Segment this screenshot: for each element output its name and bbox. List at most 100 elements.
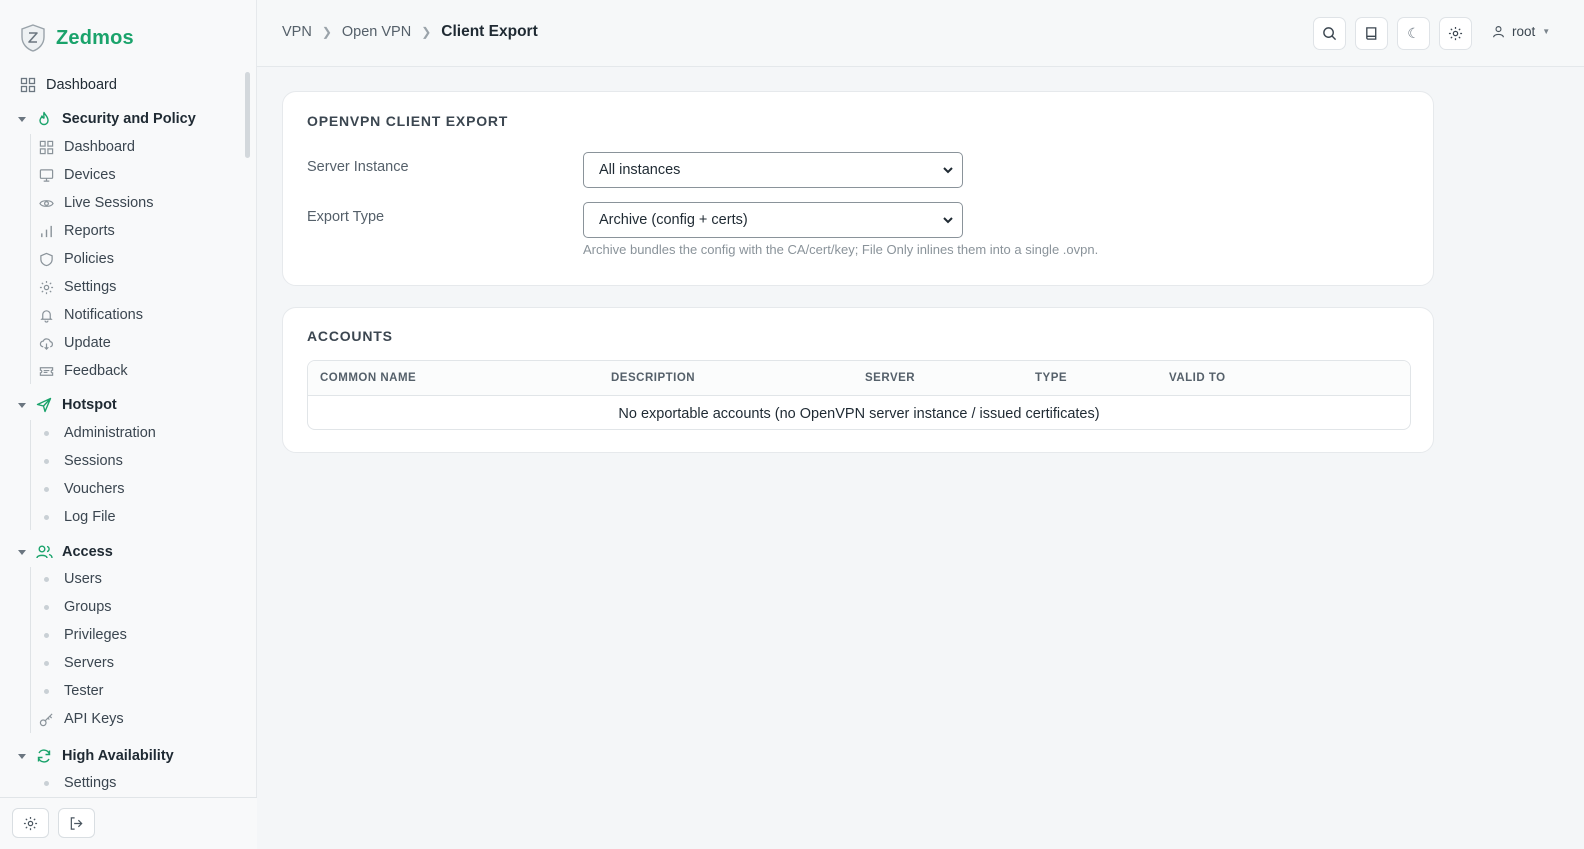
breadcrumb-vpn[interactable]: VPN	[282, 24, 312, 40]
search-icon	[1323, 27, 1337, 41]
brand[interactable]: Zedmos	[20, 24, 134, 52]
column-common-name[interactable]: COMMON NAME	[320, 372, 416, 384]
sidebar-item-update[interactable]: Update	[38, 331, 111, 355]
preferences-button[interactable]	[1439, 17, 1472, 50]
sidebar-item-servers[interactable]: Servers	[38, 651, 114, 675]
chevron-down-icon	[943, 167, 953, 174]
sidebar-item-ha-settings[interactable]: Settings	[38, 771, 116, 795]
cloud-download-icon	[38, 335, 54, 351]
sidebar-item-label: Devices	[64, 167, 116, 183]
sidebar-item-label: Dashboard	[64, 139, 135, 155]
shield-icon	[38, 251, 54, 267]
column-description[interactable]: DESCRIPTION	[611, 372, 695, 384]
server-instance-label: Server Instance	[307, 159, 409, 175]
dashboard-icon	[20, 77, 36, 93]
chevron-down-icon	[18, 753, 26, 759]
section-label: High Availability	[62, 748, 174, 764]
select-value: All instances	[599, 162, 681, 178]
export-type-label: Export Type	[307, 209, 385, 225]
sidebar-item-live-sessions[interactable]: Live Sessions	[38, 191, 153, 215]
ticket-icon	[38, 363, 54, 379]
sidebar-item-reports[interactable]: Reports	[38, 219, 115, 243]
sidebar-item-privileges[interactable]: Privileges	[38, 623, 127, 647]
sidebar-item-administration[interactable]: Administration	[38, 421, 156, 445]
select-value: Archive (config + certs)	[599, 212, 748, 228]
search-button[interactable]	[1313, 17, 1346, 50]
sidebar-item-label: Settings	[64, 279, 117, 295]
sidebar-item-label: Vouchers	[64, 481, 125, 497]
sidebar-item-dashboard-sub[interactable]: Dashboard	[38, 135, 135, 159]
eye-icon	[38, 195, 54, 211]
chevron-down-icon	[18, 549, 26, 555]
sidebar-item-label: Groups	[64, 599, 112, 615]
chevron-right-icon: ❯	[421, 25, 432, 39]
card-title: ACCOUNTS	[307, 328, 393, 344]
gear-icon	[23, 816, 38, 830]
breadcrumb-current: Client Export	[441, 23, 538, 40]
bullet-dot	[44, 604, 49, 610]
sidebar-item-label: Administration	[64, 425, 156, 441]
section-high-availability[interactable]: High Availability	[18, 743, 174, 769]
section-access[interactable]: Access	[18, 539, 113, 565]
bell-icon	[38, 307, 54, 323]
bar-chart-icon	[38, 223, 54, 239]
accounts-table: COMMON NAME DESCRIPTION SERVER TYPE VALI…	[307, 360, 1411, 430]
breadcrumb: VPN ❯ Open VPN ❯ Client Export	[282, 23, 538, 41]
bullet-dot	[44, 576, 49, 582]
sidebar-item-log-file[interactable]: Log File	[38, 505, 116, 529]
export-type-select[interactable]: Archive (config + certs)	[583, 202, 963, 238]
export-type-hint: Archive bundles the config with the CA/c…	[583, 242, 1099, 257]
chevron-down-icon	[18, 116, 26, 122]
settings-button[interactable]	[12, 808, 49, 838]
bullet-dot	[44, 458, 49, 464]
sidebar-item-label: API Keys	[64, 711, 124, 727]
sidebar-item-dashboard[interactable]: Dashboard	[20, 72, 117, 98]
sidebar-item-policies[interactable]: Policies	[38, 247, 114, 271]
sidebar-item-users[interactable]: Users	[38, 567, 102, 591]
section-hotspot[interactable]: Hotspot	[18, 392, 117, 418]
send-icon	[34, 395, 54, 415]
refresh-icon	[34, 746, 54, 766]
bullet-dot	[44, 780, 49, 786]
gear-icon	[1448, 26, 1463, 41]
sidebar-item-label: Settings	[64, 775, 117, 791]
theme-toggle-button[interactable]: ☾	[1397, 17, 1430, 50]
sidebar-item-feedback[interactable]: Feedback	[38, 359, 128, 383]
sidebar-item-vouchers[interactable]: Vouchers	[38, 477, 124, 501]
column-server[interactable]: SERVER	[865, 372, 915, 384]
chevron-down-icon	[18, 402, 26, 408]
column-type[interactable]: TYPE	[1035, 372, 1067, 384]
book-icon	[1366, 27, 1377, 40]
sidebar-item-label: Live Sessions	[64, 195, 154, 211]
sidebar-item-api-keys[interactable]: API Keys	[38, 707, 124, 731]
sidebar-item-groups[interactable]: Groups	[38, 595, 112, 619]
user-menu[interactable]: root ▼	[1492, 24, 1550, 39]
bullet-dot	[44, 486, 49, 492]
sidebar-item-sessions[interactable]: Sessions	[38, 449, 123, 473]
section-label: Security and Policy	[62, 111, 196, 127]
brand-name: Zedmos	[56, 26, 134, 49]
breadcrumb-open-vpn[interactable]: Open VPN	[342, 24, 411, 40]
column-valid-to[interactable]: VALID TO	[1169, 372, 1226, 384]
sidebar-clip: Settings	[0, 771, 245, 797]
sidebar-item-settings[interactable]: Settings	[38, 275, 116, 299]
bullet-dot	[44, 514, 49, 520]
chevron-down-icon	[943, 217, 953, 224]
docs-button[interactable]	[1355, 17, 1388, 50]
user-icon	[1493, 26, 1504, 38]
sidebar-item-tester[interactable]: Tester	[38, 679, 104, 703]
sidebar-item-label: Feedback	[64, 363, 128, 379]
section-security-and-policy[interactable]: Security and Policy	[18, 106, 196, 132]
sidebar-item-devices[interactable]: Devices	[38, 163, 116, 187]
chevron-right-icon: ❯	[321, 25, 332, 39]
sidebar-scrollbar[interactable]	[245, 72, 250, 158]
sidebar-item-label: Servers	[64, 655, 114, 671]
dashboard-icon	[38, 139, 54, 155]
sidebar-item-label: Log File	[64, 509, 116, 525]
logout-button[interactable]	[58, 808, 95, 838]
sidebar-item-notifications[interactable]: Notifications	[38, 303, 143, 327]
users-icon	[34, 542, 54, 562]
sidebar-item-label: Reports	[64, 223, 115, 239]
server-instance-select[interactable]: All instances	[583, 152, 963, 188]
table-header: COMMON NAME DESCRIPTION SERVER TYPE VALI…	[308, 361, 1410, 396]
